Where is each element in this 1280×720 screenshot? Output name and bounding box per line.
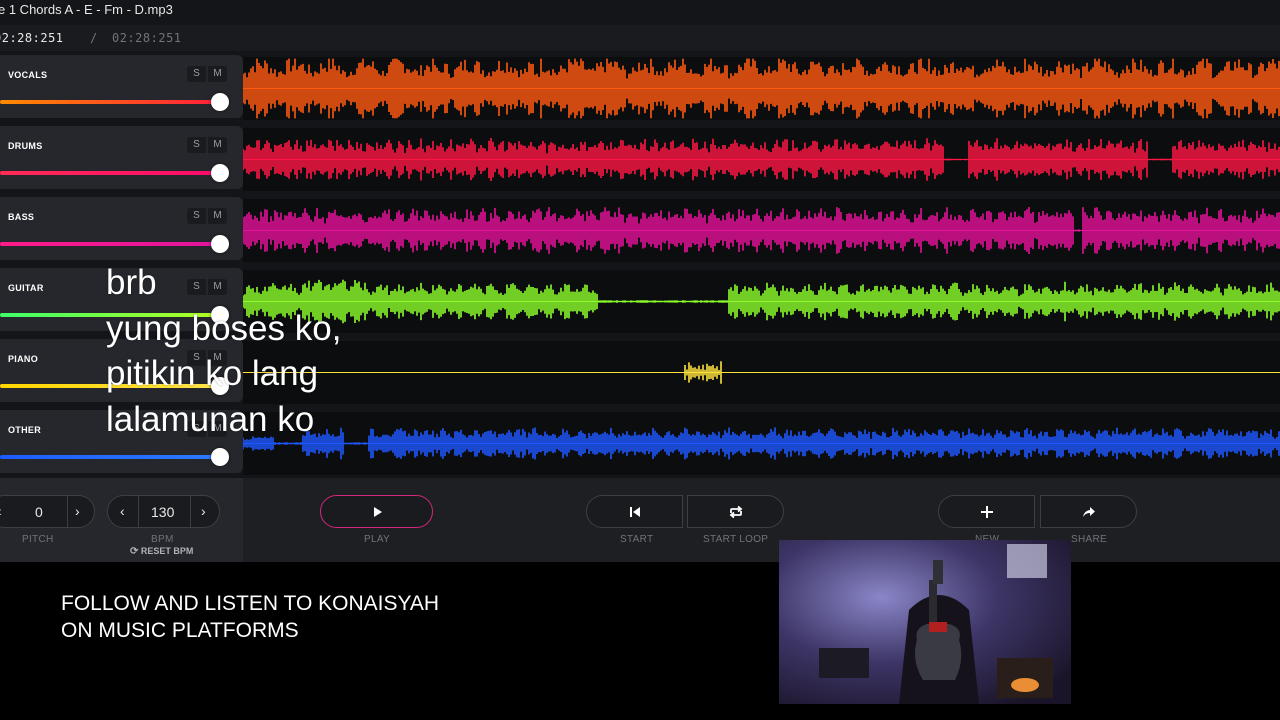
new-button[interactable] [938,495,1035,528]
divider [67,496,68,527]
volume-slider-knob[interactable] [211,448,229,466]
waveform-graphic [243,279,1280,324]
file-title: e 1 Chords A - E - Fm - D.mp3 [0,2,173,17]
divider [138,496,139,527]
waveform-graphic [243,427,1280,460]
share-arrow-icon [1082,507,1095,518]
track-name: DRUMS [8,141,43,151]
waveform-graphic [243,58,1280,119]
waveform-bass[interactable] [243,199,1280,262]
lyrics-line: lalamunan ko [106,399,315,439]
loop-icon [729,506,742,519]
track-panel-bass: BASS S M [0,197,243,260]
follow-line: FOLLOW AND LISTEN TO KONAISYAH [61,592,440,615]
skip-start-icon [629,507,640,518]
track-name: BASS [8,212,35,222]
volume-slider-track[interactable] [0,171,220,175]
pitch-value: 0 [35,504,43,520]
pitch-increase-button[interactable]: › [75,503,80,519]
waveform-graphic [243,361,1280,384]
mute-button[interactable]: M [208,208,227,224]
play-label: PLAY [364,534,391,545]
share-label: SHARE [1071,534,1107,545]
waveform-graphic [243,138,1280,181]
plus-icon [980,506,993,519]
track-name: GUITAR [8,283,44,293]
follow-caption: FOLLOW AND LISTEN TO KONAISYAH ON MUSIC … [61,590,439,644]
volume-slider-track[interactable] [0,242,220,246]
solo-button[interactable]: S [187,66,206,82]
track-panel-vocals: VOCALS S M [0,55,243,118]
volume-slider-knob[interactable] [211,235,229,253]
waveform-graphic [243,207,1280,254]
pitch-label: PITCH [22,534,54,545]
share-button[interactable] [1040,495,1137,528]
total-time: 02:28:251 [112,31,182,45]
follow-line: ON MUSIC PLATFORMS [61,619,299,642]
bpm-value: 130 [151,504,175,520]
start-label: START [620,534,654,545]
lyrics-line: brb [106,263,157,302]
track-panel-drums: DRUMS S M [0,126,243,189]
solo-button[interactable]: S [187,208,206,224]
start-button[interactable] [586,495,683,528]
play-icon [373,507,382,518]
waveform-drums[interactable] [243,128,1280,191]
volume-slider-track[interactable] [0,100,220,104]
bpm-decrease-button[interactable]: ‹ [120,503,125,519]
solo-button[interactable]: S [187,137,206,153]
webcam-feed [779,540,1071,704]
bpm-stepper[interactable]: ‹ 130 › [107,495,220,528]
volume-slider-knob[interactable] [211,93,229,111]
pitch-stepper[interactable]: ‹ 0 › [0,495,95,528]
mute-button[interactable]: M [208,66,227,82]
divider [190,496,191,527]
waveform-other[interactable] [243,412,1280,475]
play-button[interactable] [320,495,433,528]
lyrics-line: pitikin ko lang [106,354,319,393]
waveform-guitar[interactable] [243,270,1280,333]
waveform-vocals[interactable] [243,57,1280,120]
track-name: PIANO [8,354,39,364]
waveform-piano[interactable] [243,341,1280,404]
bpm-increase-button[interactable]: › [201,503,206,519]
reset-icon: ⟳ [130,546,139,557]
start-loop-button[interactable] [687,495,784,528]
current-time: 02:28:251 [0,31,64,45]
start-loop-label: START LOOP [703,534,769,545]
webcam-image [779,540,1071,704]
reset-bpm-button[interactable]: ⟳ RESET BPM [130,546,193,557]
reset-bpm-label: RESET BPM [140,546,194,556]
time-display: 02:28:251 / 02:28:251 [0,25,1280,51]
bpm-label: BPM [151,534,174,545]
volume-slider-knob[interactable] [211,164,229,182]
lyrics-overlay: brb yung boses ko, pitikin ko lang lalam… [106,260,341,442]
track-name: OTHER [8,425,41,435]
volume-slider-track[interactable] [0,455,220,459]
pitch-decrease-button[interactable]: ‹ [0,503,2,519]
mute-button[interactable]: M [208,137,227,153]
title-bar: e 1 Chords A - E - Fm - D.mp3 [0,0,1280,25]
track-name: VOCALS [8,70,48,80]
time-separator: / [90,31,98,45]
lyrics-line: yung boses ko, [106,308,342,348]
